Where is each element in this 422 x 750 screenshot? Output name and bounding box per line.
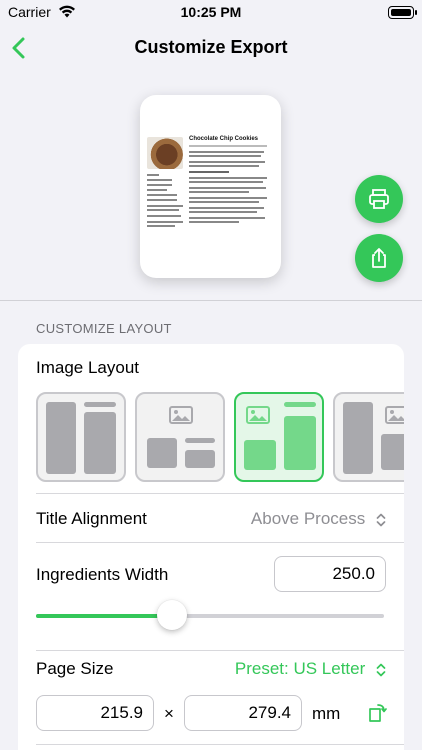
image-placeholder-icon [246,406,270,424]
page-height-field[interactable]: 279.4 [184,695,302,731]
separator [36,744,404,745]
export-preview-area: Chocolate Chip Cookies [0,70,422,300]
rotate-icon[interactable] [366,702,388,729]
layout-option-image-left-selected[interactable] [234,392,324,482]
title-alignment-picker[interactable]: Above Process [251,509,386,529]
image-placeholder-icon [385,406,404,424]
separator [36,493,404,494]
page-preview-thumbnail[interactable]: Chocolate Chip Cookies [140,95,281,278]
share-icon [372,248,386,268]
page-size-label: Page Size [36,659,114,678]
page-size-preset-picker[interactable]: Preset: US Letter [235,659,386,679]
page-size-preset-value: Preset: US Letter [234,659,366,678]
ingredients-width-slider[interactable] [36,600,384,630]
ingredients-width-label: Ingredients Width [36,565,169,584]
preview-recipe-title: Chocolate Chip Cookies [189,136,259,142]
title-alignment-value: Above Process [250,509,366,528]
section-header: CUSTOMIZE LAYOUT [36,321,172,336]
separator [36,650,404,651]
title-alignment-label: Title Alignment [36,509,147,528]
layout-option-two-columns[interactable] [36,392,126,482]
chevron-updown-icon [376,513,386,526]
layout-settings-card: Image Layout Title Alignment Above Proce… [18,344,404,750]
image-layout-picker[interactable] [36,392,404,484]
navigation-bar: Customize Export [0,26,422,70]
slider-thumb[interactable] [156,600,187,630]
printer-icon [369,189,389,209]
ingredients-width-field[interactable]: 250.0 [274,556,386,592]
page-title: Customize Export [134,37,288,57]
times-symbol: × [164,704,174,723]
layout-option-column-image[interactable] [333,392,404,482]
layout-option-image-top[interactable] [135,392,225,482]
unit-label: mm [312,704,341,723]
image-placeholder-icon [169,406,193,424]
chevron-updown-icon [376,663,386,676]
slider-fill [36,614,172,618]
print-button[interactable] [355,175,403,223]
image-layout-label: Image Layout [36,358,140,377]
divider [0,300,422,301]
recipe-photo [147,137,183,169]
battery-icon [388,6,417,19]
status-bar: Carrier 10:25 PM [0,0,422,26]
share-button[interactable] [355,234,403,282]
page-width-field[interactable]: 215.9 [36,695,154,731]
clock: 10:25 PM [180,4,242,20]
separator [36,542,404,543]
